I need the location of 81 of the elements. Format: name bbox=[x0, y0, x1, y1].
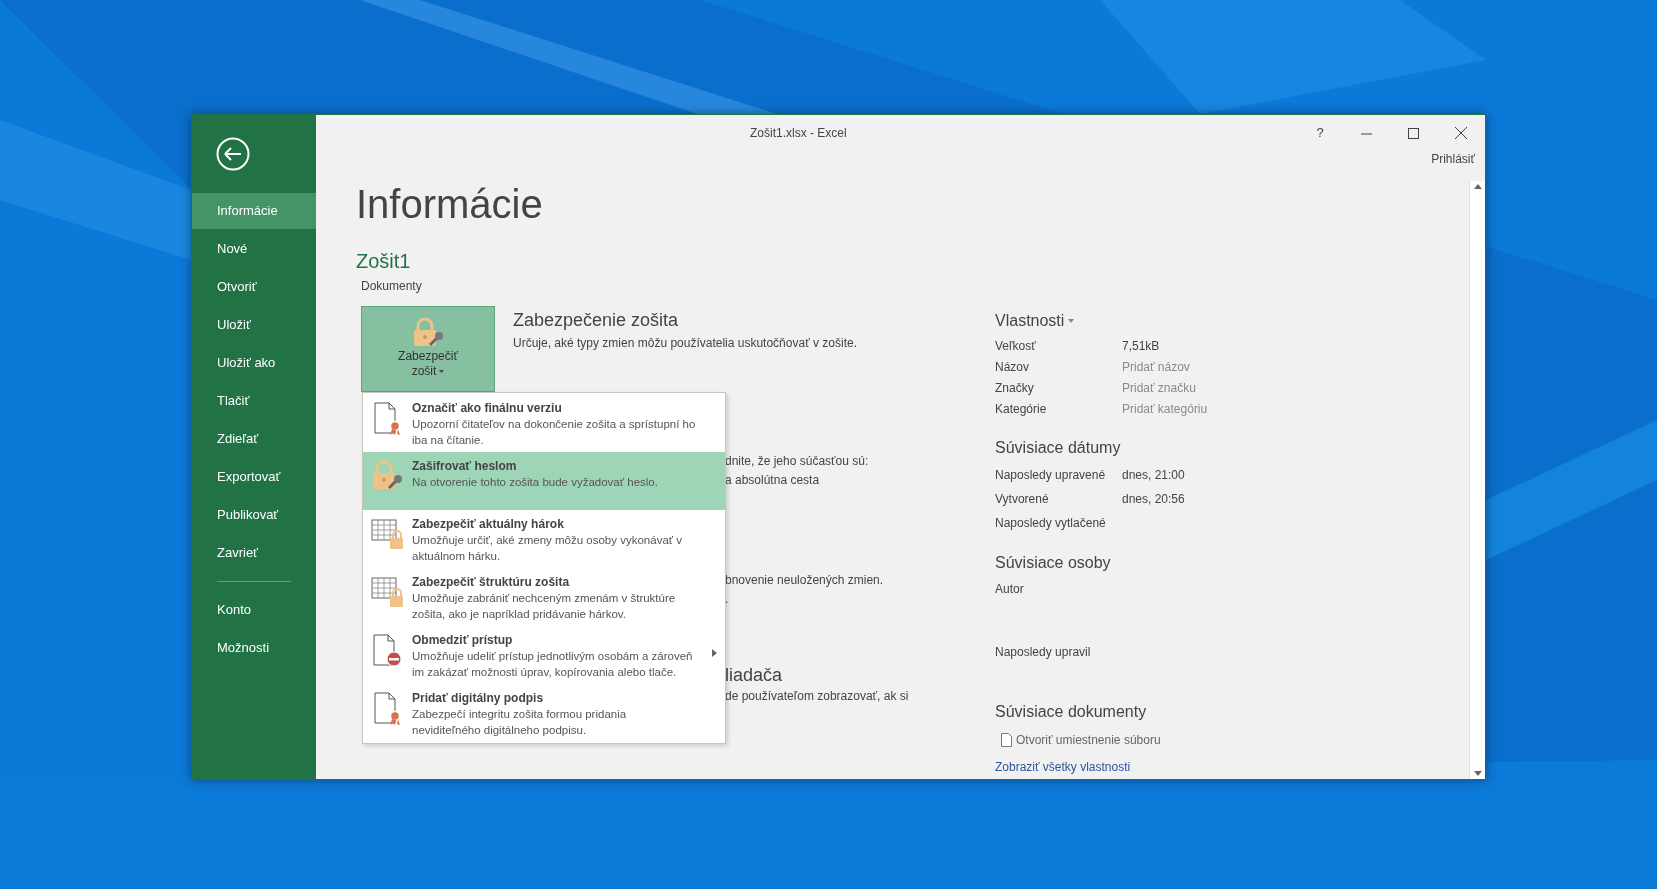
menu-item-description: Umožňuje zabrániť nechceným zmenám v štruktúre zošita, ako je napríklad pridávanie hárkov. bbox=[412, 591, 677, 622]
sidebar-item[interactable]: Uložiť bbox=[192, 307, 316, 343]
window-title: Zošit1.xlsx - Excel bbox=[750, 125, 847, 142]
page-title: Informácie bbox=[356, 181, 543, 228]
menu-item-title: Pridať digitálny podpis bbox=[412, 690, 545, 706]
property-label: Názov bbox=[995, 358, 1030, 376]
menu-item-title: Zabezpečiť aktuálny hárok bbox=[412, 516, 565, 532]
certificate-document-icon bbox=[373, 692, 401, 726]
section-description: Určuje, aké typy zmien môžu používatelia uskutočňovať v zošite. bbox=[513, 335, 857, 352]
certificate-document-icon bbox=[373, 402, 401, 436]
file-location: Dokumenty bbox=[361, 278, 422, 295]
sidebar-item[interactable]: Informácie bbox=[192, 193, 316, 229]
sidebar-item[interactable]: Nové bbox=[192, 231, 316, 267]
property-label: Veľkosť bbox=[995, 337, 1037, 355]
open-location-link[interactable]: Otvoriť umiestnenie súboru bbox=[1016, 731, 1161, 749]
date-value: dnes, 21:00 bbox=[1122, 467, 1185, 484]
menu-item-title: Zabezpečiť štruktúru zošita bbox=[412, 574, 571, 590]
dates-heading: Súvisiace dátumy bbox=[995, 438, 1121, 458]
date-label: Vytvorené bbox=[995, 491, 1050, 508]
date-label: Naposledy upravené bbox=[995, 467, 1107, 484]
document-icon bbox=[1001, 733, 1012, 747]
lock-key-icon bbox=[412, 317, 444, 349]
show-all-properties-link[interactable]: Zobraziť všetky vlastnosti bbox=[995, 755, 1131, 779]
sheet-lock-icon bbox=[371, 518, 403, 550]
section-text: bnovenie neuložených zmien. bbox=[725, 572, 884, 589]
sidebar-item[interactable]: Uložiť ako bbox=[192, 345, 316, 381]
help-button[interactable]: ? bbox=[1297, 123, 1343, 143]
documents-heading: Súvisiace dokumenty bbox=[995, 702, 1147, 722]
people-heading: Súvisiace osoby bbox=[995, 553, 1111, 573]
section-heading: liadača bbox=[725, 664, 783, 687]
property-label: Značky bbox=[995, 379, 1035, 397]
menu-item-description: Umožňuje určiť, aké zmeny môžu osoby vykonávať v aktuálnom hárku. bbox=[412, 533, 684, 564]
properties-heading[interactable]: Vlastnosti bbox=[995, 309, 1065, 333]
scroll-down-icon[interactable] bbox=[1473, 771, 1482, 776]
date-label: Naposledy vytlačené bbox=[995, 515, 1107, 532]
dropdown-caret-icon[interactable] bbox=[1068, 319, 1075, 323]
sidebar-item[interactable]: Konto bbox=[192, 592, 316, 628]
section-text: . bbox=[725, 591, 729, 608]
menu-item-description: Umožňuje udeliť prístup jednotlivým osobám a zároveň im zakázať možnosti úprav, kopírovania alebo tlače. bbox=[412, 649, 694, 680]
menu-item-description: Zabezpečí integritu zošita formou pridania neviditeľného digitálneho podpisu. bbox=[412, 707, 628, 738]
sidebar-item[interactable]: Tlačiť bbox=[192, 383, 316, 419]
sign-in-link[interactable]: Prihlásiť bbox=[1431, 151, 1475, 167]
close-icon[interactable] bbox=[1455, 127, 1467, 139]
menu-item-title: Obmedziť prístup bbox=[412, 632, 514, 648]
property-value[interactable]: Pridať značku bbox=[1122, 378, 1196, 397]
scroll-up-icon[interactable] bbox=[1473, 184, 1482, 189]
section-heading: Zabezpečenie zošita bbox=[513, 309, 679, 332]
restricted-document-icon bbox=[372, 634, 402, 668]
menu-item[interactable]: Označiť ako finálnu verziu Upozorní čitateľov na dokončenie zošita a sprístupní ho iba na čítanie. bbox=[363, 394, 725, 452]
property-value[interactable]: Pridať názov bbox=[1122, 357, 1190, 376]
sidebar-item[interactable]: Exportovať bbox=[192, 459, 316, 495]
file-name: Zošit1 bbox=[356, 249, 411, 274]
sidebar-item[interactable]: Zavrieť bbox=[192, 535, 316, 571]
maximize-icon[interactable] bbox=[1408, 127, 1419, 139]
section-text: de používateľom zobrazovať, ak si bbox=[725, 688, 909, 705]
menu-item[interactable]: Zašifrovať heslom Na otvorenie tohto zošita bude vyžadovať heslo. bbox=[363, 452, 725, 510]
sheet-lock-icon bbox=[371, 576, 403, 608]
last-modified-label: Naposledy upravil bbox=[995, 644, 1091, 661]
menu-item[interactable]: Zabezpečiť aktuálny hárok Umožňuje určiť, aké zmeny môžu osoby vykonávať v aktuálnom hárku. bbox=[363, 510, 725, 568]
sidebar-item[interactable]: Možnosti bbox=[192, 630, 316, 666]
lock-key-icon bbox=[371, 460, 403, 492]
date-value: dnes, 20:56 bbox=[1122, 491, 1185, 508]
sidebar-item[interactable]: Zdieľať bbox=[192, 421, 316, 457]
menu-item[interactable]: Zabezpečiť štruktúru zošita Umožňuje zabrániť nechceným zmenám v štruktúre zošita, ako je napríklad pridávanie hárkov. bbox=[363, 568, 725, 626]
dropdown-caret-icon bbox=[439, 370, 445, 373]
menu-item-description: Upozorní čitateľov na dokončenie zošita a sprístupní ho iba na čítanie. bbox=[412, 417, 696, 448]
menu-item-description: Na otvorenie tohto zošita bude vyžadovať heslo. bbox=[412, 475, 659, 490]
section-text: dnite, že jeho súčasťou sú: bbox=[725, 453, 869, 470]
property-value[interactable]: Pridať kategóriu bbox=[1122, 399, 1208, 418]
property-label: Kategórie bbox=[995, 400, 1048, 418]
menu-item[interactable]: Pridať digitálny podpis Zabezpečí integritu zošita formou pridania neviditeľného digitálneho podpisu. bbox=[363, 684, 725, 742]
sidebar-item[interactable]: Publikovať bbox=[192, 497, 316, 533]
sidebar-item[interactable]: Otvoriť bbox=[192, 269, 316, 305]
protect-workbook-button[interactable]: Zabezpečiť zošit bbox=[361, 306, 495, 392]
scrollbar[interactable] bbox=[1469, 181, 1485, 779]
menu-item[interactable]: Obmedziť prístup Umožňuje udeliť prístup jednotlivým osobám a zároveň im zakázať možnosti úprav, kopírovania alebo tlače. bbox=[363, 626, 725, 684]
menu-item-title: Zašifrovať heslom bbox=[412, 458, 518, 474]
property-value: 7,51kB bbox=[1122, 337, 1160, 355]
section-text: a absolútna cesta bbox=[725, 472, 820, 489]
author-label: Autor bbox=[995, 581, 1024, 598]
menu-item-title: Označiť ako finálnu verziu bbox=[412, 400, 563, 416]
